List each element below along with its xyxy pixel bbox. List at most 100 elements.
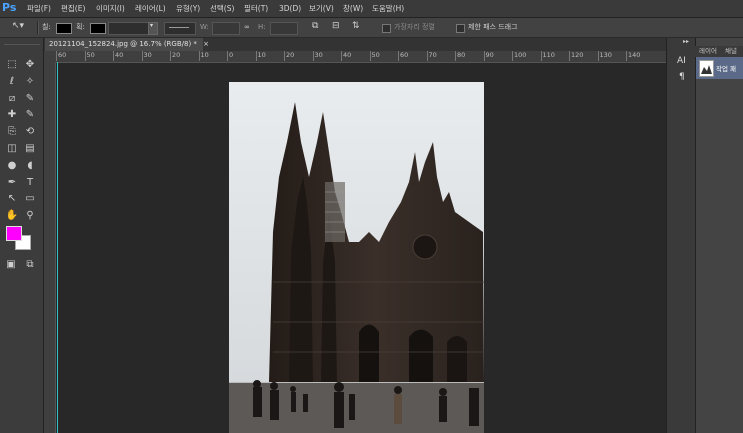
close-icon[interactable]: × bbox=[203, 40, 209, 48]
ruler-tick-label: 70 bbox=[426, 51, 437, 61]
collapse-panels-icon[interactable]: ▸▸ bbox=[683, 38, 689, 45]
eyedropper-icon[interactable]: ✎ bbox=[22, 92, 38, 106]
fill-swatch[interactable] bbox=[56, 23, 72, 34]
type-tool-icon[interactable]: T bbox=[22, 176, 38, 190]
brush-tool-icon[interactable]: ✎ bbox=[22, 108, 38, 122]
collapsed-panel-strip: ▸▸ AI ¶ bbox=[666, 38, 695, 433]
separator bbox=[37, 21, 39, 34]
crop-tool-icon[interactable]: ⧄ bbox=[4, 92, 20, 106]
stroke-swatch[interactable] bbox=[90, 23, 106, 34]
constrain-path-label: 제한 패스 드래그 bbox=[468, 23, 518, 31]
path-select-icon[interactable]: ↖ bbox=[4, 192, 20, 206]
layers-panel bbox=[695, 38, 743, 433]
ruler-tick-label: 120 bbox=[569, 51, 584, 61]
width-field[interactable] bbox=[212, 22, 240, 35]
path-select-tool-preset-icon[interactable]: ↖▾ bbox=[12, 21, 24, 32]
menu-3d[interactable]: 3D(D) bbox=[279, 3, 301, 14]
width-label: W: bbox=[200, 23, 209, 31]
ruler-tick-label: 80 bbox=[455, 51, 466, 61]
layer-thumbnail bbox=[699, 60, 714, 77]
menu-view[interactable]: 보기(V) bbox=[309, 3, 334, 14]
ruler-tick-label: 10 bbox=[255, 51, 266, 61]
marquee-tool-icon[interactable]: ⬚ bbox=[4, 58, 20, 72]
screen-mode-icon[interactable]: ⧉ bbox=[22, 258, 38, 272]
ruler-tick-label: 0 bbox=[227, 51, 234, 61]
pen-tool-icon[interactable]: ✒ bbox=[4, 176, 20, 190]
stroke-width-dropdown[interactable]: ▾ bbox=[148, 22, 158, 35]
ruler-tick-label: 40 bbox=[341, 51, 352, 61]
document-canvas[interactable] bbox=[229, 82, 484, 433]
tab-channels[interactable]: 채널 bbox=[725, 46, 737, 57]
document-tab[interactable]: 20121104_152824.jpg @ 16.7% (RGB/8) * × bbox=[45, 38, 209, 51]
fill-label: 칠: bbox=[42, 23, 51, 31]
align-edges-label: 가장자리 정렬 bbox=[394, 23, 435, 31]
layers-panel-tabs: 레이어 채널 bbox=[695, 46, 743, 57]
menu-bar: Ps 파일(F) 편집(E) 이미지(I) 레이어(L) 유형(Y) 선택(S)… bbox=[0, 0, 743, 18]
tab-layers[interactable]: 레이어 bbox=[699, 46, 717, 57]
menu-edit[interactable]: 편집(E) bbox=[61, 3, 85, 14]
ruler-tick-label: 30 bbox=[141, 51, 152, 61]
ruler-tick-label: 140 bbox=[626, 51, 641, 61]
ruler-tick-label: 110 bbox=[540, 51, 555, 61]
magic-wand-icon[interactable]: ✧ bbox=[22, 75, 38, 89]
layer-row[interactable]: 작업 패 bbox=[696, 57, 743, 79]
document-tab-title: 20121104_152824.jpg @ 16.7% (RGB/8) * bbox=[49, 40, 197, 48]
menu-file[interactable]: 파일(F) bbox=[27, 3, 51, 14]
guide-line[interactable] bbox=[57, 62, 58, 433]
ruler-tick-label: 10 bbox=[198, 51, 209, 61]
horizontal-ruler: 60 50 40 30 20 10 0 10 20 30 40 50 60 70 80 90 100 110 120… bbox=[44, 51, 666, 63]
photoshop-logo: Ps bbox=[2, 1, 17, 14]
cathedral-photo bbox=[229, 82, 484, 433]
menu-select[interactable]: 선택(S) bbox=[210, 3, 234, 14]
clone-stamp-icon[interactable]: ⎘ bbox=[4, 125, 20, 139]
vertical-ruler bbox=[44, 62, 56, 433]
blur-icon[interactable]: ● bbox=[4, 159, 20, 173]
options-bar: ↖▾ 칠: 획: ▾ W: ∞ H: ⧉ ⊟ ⇅ 가장자리 정렬 제한 패스 드… bbox=[0, 18, 743, 38]
ruler-tick-label: 20 bbox=[170, 51, 181, 61]
menu-filter[interactable]: 필터(T) bbox=[244, 3, 268, 14]
link-icon[interactable]: ∞ bbox=[244, 22, 250, 33]
layer-name: 작업 패 bbox=[716, 65, 737, 73]
ruler-tick-label: 30 bbox=[312, 51, 323, 61]
ruler-tick-label: 100 bbox=[512, 51, 527, 61]
chevron-down-icon: ▾ bbox=[150, 22, 154, 29]
tools-panel-header[interactable] bbox=[4, 39, 40, 45]
zoom-tool-icon[interactable]: ⚲ bbox=[22, 209, 38, 223]
gradient-icon[interactable]: ▤ bbox=[22, 142, 38, 156]
spot-healing-icon[interactable]: ✚ bbox=[4, 108, 20, 122]
stroke-line-icon bbox=[169, 27, 189, 28]
ruler-tick-label: 130 bbox=[597, 51, 612, 61]
stroke-type-dropdown[interactable] bbox=[164, 22, 196, 35]
hand-tool-icon[interactable]: ✋ bbox=[4, 209, 20, 223]
menu-image[interactable]: 이미지(I) bbox=[96, 3, 125, 14]
dodge-icon[interactable]: ◖ bbox=[22, 159, 38, 173]
menu-type[interactable]: 유형(Y) bbox=[176, 3, 200, 14]
ruler-tick-label: 20 bbox=[284, 51, 295, 61]
character-panel-icon[interactable]: AI bbox=[677, 56, 686, 66]
ruler-tick-label: 60 bbox=[398, 51, 409, 61]
ruler-tick-label: 60 bbox=[56, 51, 67, 61]
paragraph-panel-icon[interactable]: ¶ bbox=[679, 72, 685, 82]
quick-mask-icon[interactable]: ▣ bbox=[3, 258, 19, 272]
move-tool-icon[interactable]: ✥ bbox=[22, 58, 38, 72]
eraser-icon[interactable]: ◫ bbox=[4, 142, 20, 156]
menu-window[interactable]: 창(W) bbox=[343, 3, 363, 14]
shape-tool-icon[interactable]: ▭ bbox=[22, 192, 38, 206]
lasso-tool-icon[interactable]: ℓ bbox=[4, 75, 20, 89]
menu-layer[interactable]: 레이어(L) bbox=[135, 3, 166, 14]
path-arrangement-icon[interactable]: ⇅ bbox=[352, 21, 360, 32]
constrain-path-checkbox[interactable] bbox=[456, 24, 465, 33]
ruler-tick-label: 50 bbox=[84, 51, 95, 61]
menu-help[interactable]: 도움말(H) bbox=[372, 3, 404, 14]
ruler-tick-label: 40 bbox=[113, 51, 124, 61]
path-operations-icon[interactable]: ⧉ bbox=[312, 21, 318, 32]
stroke-label: 획: bbox=[76, 23, 85, 31]
align-edges-checkbox[interactable] bbox=[382, 24, 391, 33]
height-field[interactable] bbox=[270, 22, 298, 35]
history-brush-icon[interactable]: ⟲ bbox=[22, 125, 38, 139]
path-alignment-icon[interactable]: ⊟ bbox=[332, 21, 340, 32]
foreground-color-swatch[interactable] bbox=[6, 226, 22, 241]
height-label: H: bbox=[258, 23, 266, 31]
ruler-tick-label: 50 bbox=[369, 51, 380, 61]
ruler-tick-label: 90 bbox=[483, 51, 494, 61]
